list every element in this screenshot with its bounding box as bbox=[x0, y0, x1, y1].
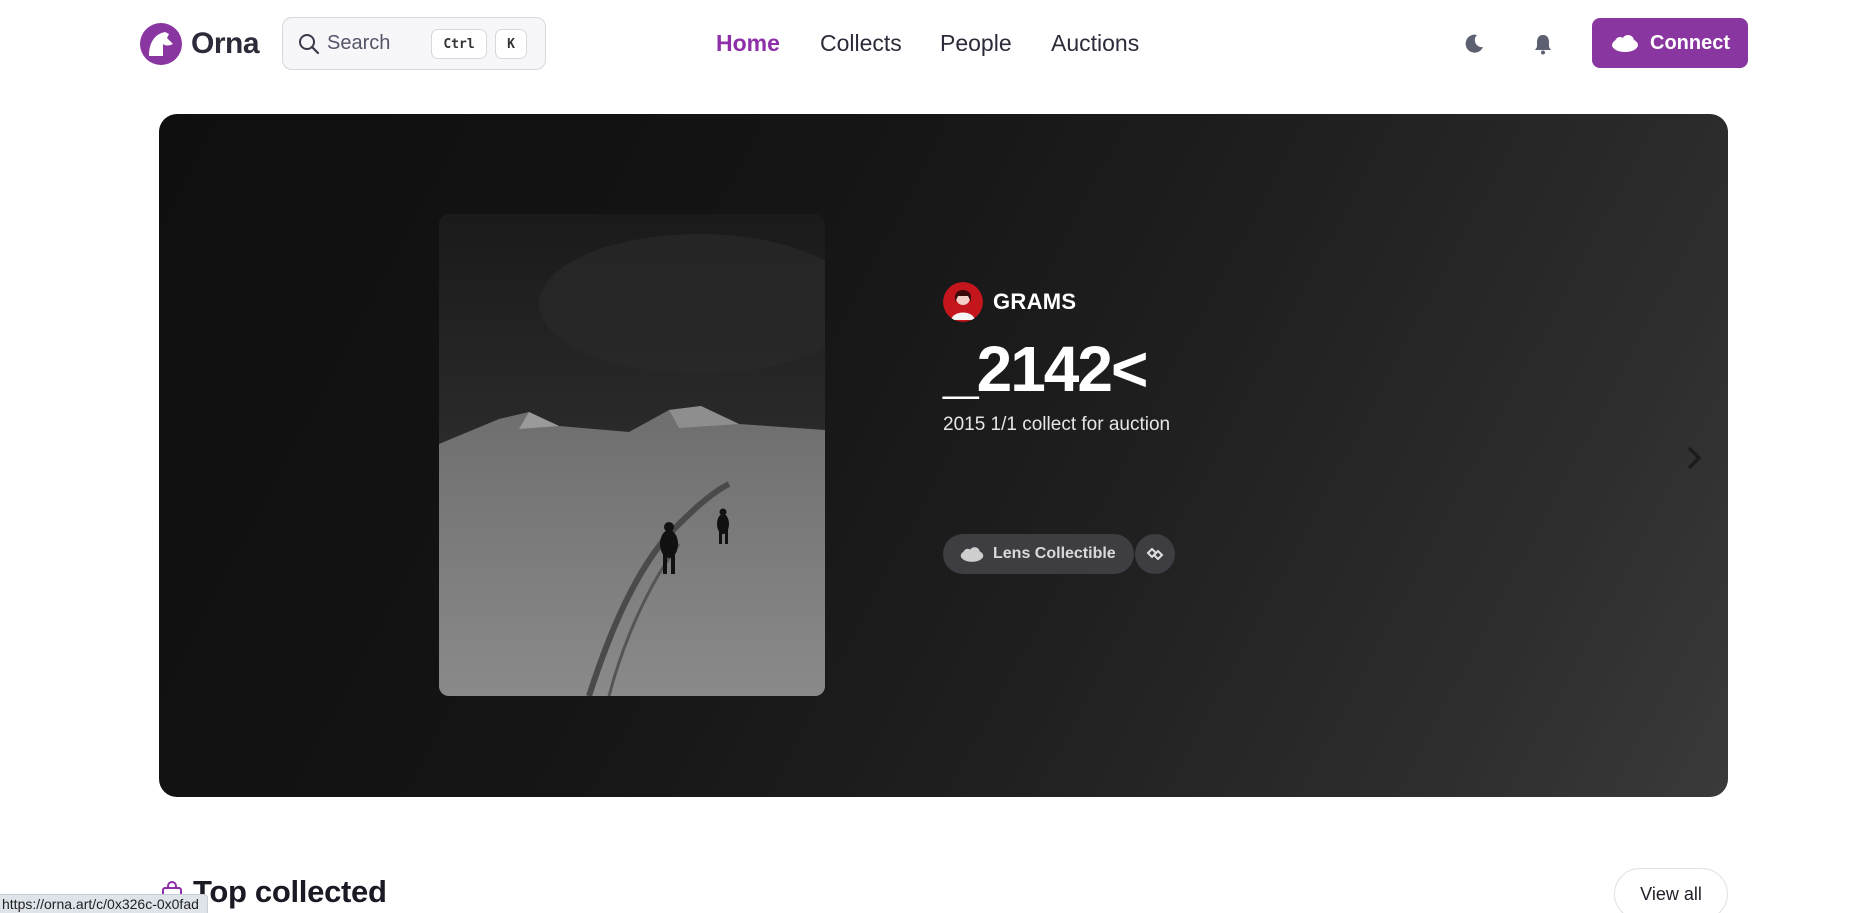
notifications-button[interactable] bbox=[1527, 28, 1559, 60]
shortcut-key-ctrl: Ctrl bbox=[431, 29, 487, 59]
creator-avatar[interactable] bbox=[943, 282, 983, 322]
view-all-button[interactable]: View all bbox=[1614, 868, 1728, 913]
nav-people[interactable]: People bbox=[940, 30, 1012, 57]
logo-text: Orna bbox=[191, 27, 260, 60]
chain-link-icon bbox=[1146, 547, 1164, 561]
lens-collectible-badge[interactable]: Lens Collectible bbox=[943, 534, 1134, 574]
lens-cloud-icon bbox=[960, 547, 984, 562]
logo[interactable]: Orna bbox=[139, 22, 260, 66]
nav-home[interactable]: Home bbox=[716, 30, 780, 57]
browser-status-url: https://orna.art/c/0x326c-0x0fad bbox=[0, 894, 208, 913]
theme-toggle-button[interactable] bbox=[1458, 28, 1490, 60]
bell-icon bbox=[1535, 35, 1551, 55]
carousel-next-button[interactable] bbox=[1680, 438, 1710, 478]
artwork-title: _2142< bbox=[943, 333, 1148, 405]
connect-button[interactable]: Connect bbox=[1592, 18, 1748, 68]
creator-name[interactable]: GRAMS bbox=[993, 289, 1076, 315]
lens-collectible-label: Lens Collectible bbox=[993, 545, 1116, 562]
featured-artwork-image[interactable] bbox=[439, 214, 825, 696]
search-icon bbox=[299, 33, 320, 54]
search-placeholder: Search bbox=[327, 32, 391, 54]
section-title-top-collected: Top collected bbox=[193, 874, 387, 909]
nav-collects[interactable]: Collects bbox=[820, 30, 902, 57]
lens-cloud-icon bbox=[1612, 35, 1638, 52]
search-box[interactable]: Search Ctrl K bbox=[282, 17, 546, 70]
top-nav-bar: Orna Search Ctrl K Home Collects People … bbox=[0, 0, 1876, 88]
shortcut-key-k: K bbox=[495, 29, 527, 59]
connect-label: Connect bbox=[1650, 31, 1730, 54]
creator-info[interactable]: GRAMS bbox=[943, 282, 1076, 322]
featured-auction-banner[interactable]: GRAMS _2142< 2015 1/1 collect for auctio… bbox=[159, 114, 1728, 797]
chevron-right-icon bbox=[1688, 447, 1702, 469]
moon-icon bbox=[1465, 34, 1483, 53]
artwork-description: 2015 1/1 collect for auction bbox=[943, 414, 1171, 435]
nav-auctions[interactable]: Auctions bbox=[1051, 30, 1139, 57]
orna-logo-icon bbox=[140, 23, 182, 65]
polygon-chain-badge[interactable] bbox=[1135, 534, 1175, 574]
